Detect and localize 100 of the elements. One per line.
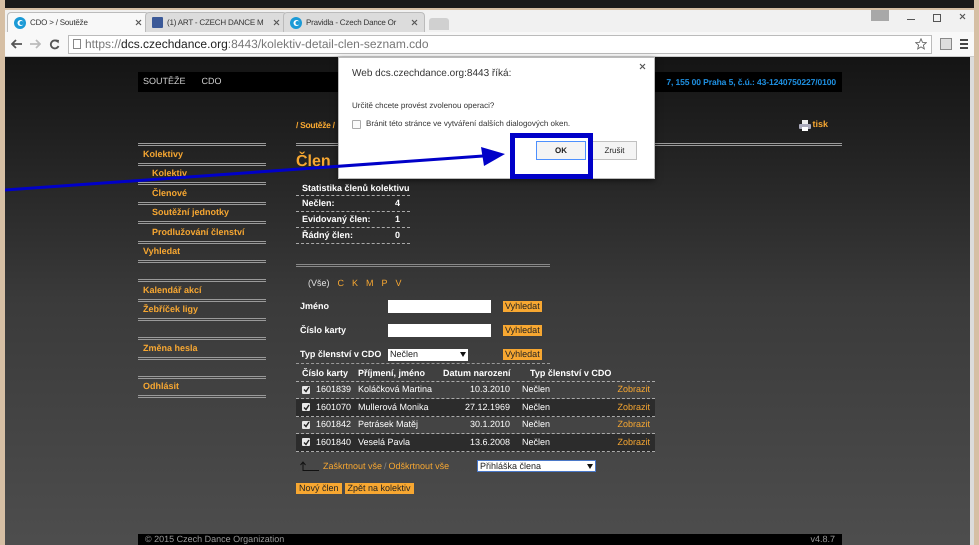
table-cell-text: 30.1.2010 bbox=[468, 418, 511, 431]
checkbox[interactable] bbox=[302, 420, 310, 429]
search-button[interactable]: Vyhledat bbox=[503, 349, 542, 360]
stat-value: 1 bbox=[394, 212, 400, 226]
search-button[interactable]: Vyhledat bbox=[503, 325, 542, 336]
address-text: 7, 155 00 Praha 5, č.ú.: 43-1240750227/0100 bbox=[666, 76, 837, 88]
sidebar-link[interactable]: Kolektivy bbox=[138, 148, 184, 161]
check-all-link[interactable]: Zaškrtnout vše bbox=[323, 460, 382, 473]
input-field[interactable] bbox=[388, 324, 491, 337]
column-header: Datum narození bbox=[442, 367, 512, 380]
table-cell-text: 1601842 bbox=[316, 418, 352, 431]
address-field[interactable]: https://dcs.czechdance.org:8443/kolektiv-detail-clen-seznam.cdo bbox=[68, 34, 932, 54]
page-title: Člen bbox=[296, 150, 331, 172]
field-label: Typ členství v CDO bbox=[299, 348, 382, 361]
table-cell-text: Nečlen bbox=[521, 400, 552, 414]
browser-tab[interactable]: Pravidla - Czech Dance Or bbox=[283, 12, 425, 32]
column-header: Číslo karty bbox=[301, 367, 350, 380]
table-cell-text: 10.3.2010 bbox=[468, 383, 511, 396]
close-icon[interactable] bbox=[959, 13, 966, 20]
sidebar-link[interactable]: Členové bbox=[138, 186, 188, 200]
letter-filter-link[interactable]: V bbox=[396, 277, 402, 290]
copyright-text: © 2015 Czech Dance Organization bbox=[145, 532, 284, 545]
checkbox[interactable] bbox=[302, 403, 310, 412]
sidebar-link[interactable]: Žebříček ligy bbox=[138, 303, 198, 316]
field-label: Jméno bbox=[299, 300, 330, 313]
letter-filter-link[interactable]: M bbox=[366, 277, 374, 290]
table-cell-text: Veselá Pavla bbox=[358, 436, 412, 448]
menu-icon[interactable] bbox=[960, 39, 968, 49]
table-cell-text: 1601070 bbox=[316, 400, 352, 414]
dialog-message: Určitě chcete provést zvolenou operaci? bbox=[352, 100, 496, 112]
table-cell-text: Mullerová Monika bbox=[358, 400, 430, 414]
table-cell-text: Nečlen bbox=[521, 436, 552, 448]
facebook-icon bbox=[152, 17, 163, 28]
search-button[interactable]: Vyhledat bbox=[503, 301, 542, 312]
reload-icon[interactable] bbox=[49, 38, 60, 50]
show-link[interactable]: Zobrazit bbox=[617, 418, 655, 432]
letter-filter-link[interactable]: (Vše) bbox=[308, 277, 330, 290]
dropdown-icon bbox=[460, 352, 466, 357]
site-logo-icon bbox=[14, 16, 26, 28]
menu-link[interactable]: SOUTĚŽE bbox=[143, 75, 186, 89]
sidebar-link[interactable]: Vyhledat bbox=[138, 245, 180, 258]
checkbox[interactable] bbox=[302, 438, 310, 446]
dropdown-icon bbox=[587, 464, 593, 469]
table-cell-text: Nečlen bbox=[521, 418, 552, 431]
action-select[interactable]: Přihláška člena bbox=[477, 460, 596, 472]
close-icon[interactable] bbox=[411, 19, 418, 26]
star-icon[interactable] bbox=[915, 38, 927, 50]
checkbox[interactable] bbox=[352, 120, 361, 128]
sidebar-link[interactable]: Prodlužování členství bbox=[138, 226, 245, 239]
checkbox[interactable] bbox=[302, 386, 310, 394]
letter-filter-link[interactable]: P bbox=[382, 277, 388, 290]
stats-table: Statistika členů kolektivu Nečlen: 4 Evidovaný člen: 1 Řádný člen: 0 bbox=[296, 182, 410, 244]
table-cell-text: Koláčková Martina bbox=[358, 383, 434, 396]
membership-select[interactable]: Nečlen bbox=[388, 348, 468, 360]
browser-tab[interactable]: CDO > / Soutěže bbox=[7, 12, 149, 32]
corner-arrow-icon bbox=[299, 461, 319, 472]
close-icon[interactable] bbox=[135, 19, 142, 26]
stat-label: Evidovaný člen: bbox=[302, 212, 371, 226]
letter-filter-link[interactable]: C bbox=[338, 277, 344, 290]
checkbox-label: Bránit této stránce ve vytváření dalších dialogových oken. bbox=[366, 118, 570, 130]
version-text: v4.8.7 bbox=[810, 532, 835, 545]
close-icon[interactable] bbox=[639, 63, 646, 70]
input-field[interactable] bbox=[388, 300, 491, 313]
column-header: Typ členství v CDO bbox=[529, 367, 612, 380]
printer-icon bbox=[799, 120, 812, 130]
page-icon bbox=[73, 39, 81, 49]
cancel-button[interactable]: Zrušit bbox=[592, 141, 637, 160]
show-link[interactable]: Zobrazit bbox=[617, 383, 655, 396]
field-label: Číslo karty bbox=[299, 324, 348, 337]
sidebar-link[interactable]: Kolektiv bbox=[138, 167, 188, 180]
browser-tab[interactable]: (1) ART - CZECH DANCE M bbox=[145, 12, 287, 32]
column-header: Příjmení, jméno bbox=[358, 367, 426, 380]
letter-filter-link[interactable]: K bbox=[352, 277, 358, 290]
stat-value: 0 bbox=[394, 228, 400, 242]
sidebar-link[interactable]: Soutěžní jednotky bbox=[138, 206, 230, 220]
show-link[interactable]: Zobrazit bbox=[617, 400, 655, 414]
table-cell-text: Petrásek Matěj bbox=[358, 418, 420, 431]
ok-button[interactable]: OK bbox=[536, 141, 586, 160]
sidebar-link[interactable]: Změna hesla bbox=[138, 342, 198, 355]
table-cell-text: 1601840 bbox=[316, 436, 352, 448]
table-cell-text: Nečlen bbox=[521, 383, 552, 396]
form-button[interactable]: Zpět na kolektiv bbox=[344, 483, 414, 494]
breadcrumb-link[interactable]: / Soutěže / bbox=[296, 118, 335, 132]
table-cell-text: 1601839 bbox=[316, 383, 352, 396]
menu-link[interactable]: CDO bbox=[202, 75, 222, 89]
show-link[interactable]: Zobrazit bbox=[617, 436, 655, 449]
stat-label: Řádný člen: bbox=[302, 228, 354, 242]
table-cell-text: 27.12.1969 bbox=[464, 400, 511, 414]
separator-text: / bbox=[384, 460, 387, 472]
uncheck-all-link[interactable]: Odškrtnout vše bbox=[388, 460, 450, 473]
sidebar-link[interactable]: Kalendář akcí bbox=[138, 284, 202, 297]
sidebar-link[interactable]: Odhlásit bbox=[138, 380, 180, 394]
dialog-title: Web dcs.czechdance.org:8443 říká: bbox=[352, 67, 512, 81]
stat-value: 4 bbox=[394, 196, 400, 210]
stat-label: Nečlen: bbox=[302, 196, 335, 210]
close-icon[interactable] bbox=[273, 19, 280, 26]
form-button[interactable]: Nový člen bbox=[296, 483, 342, 494]
back-icon[interactable] bbox=[11, 39, 22, 49]
print-link[interactable]: tisk bbox=[812, 118, 828, 132]
maximize-icon[interactable] bbox=[933, 14, 941, 22]
